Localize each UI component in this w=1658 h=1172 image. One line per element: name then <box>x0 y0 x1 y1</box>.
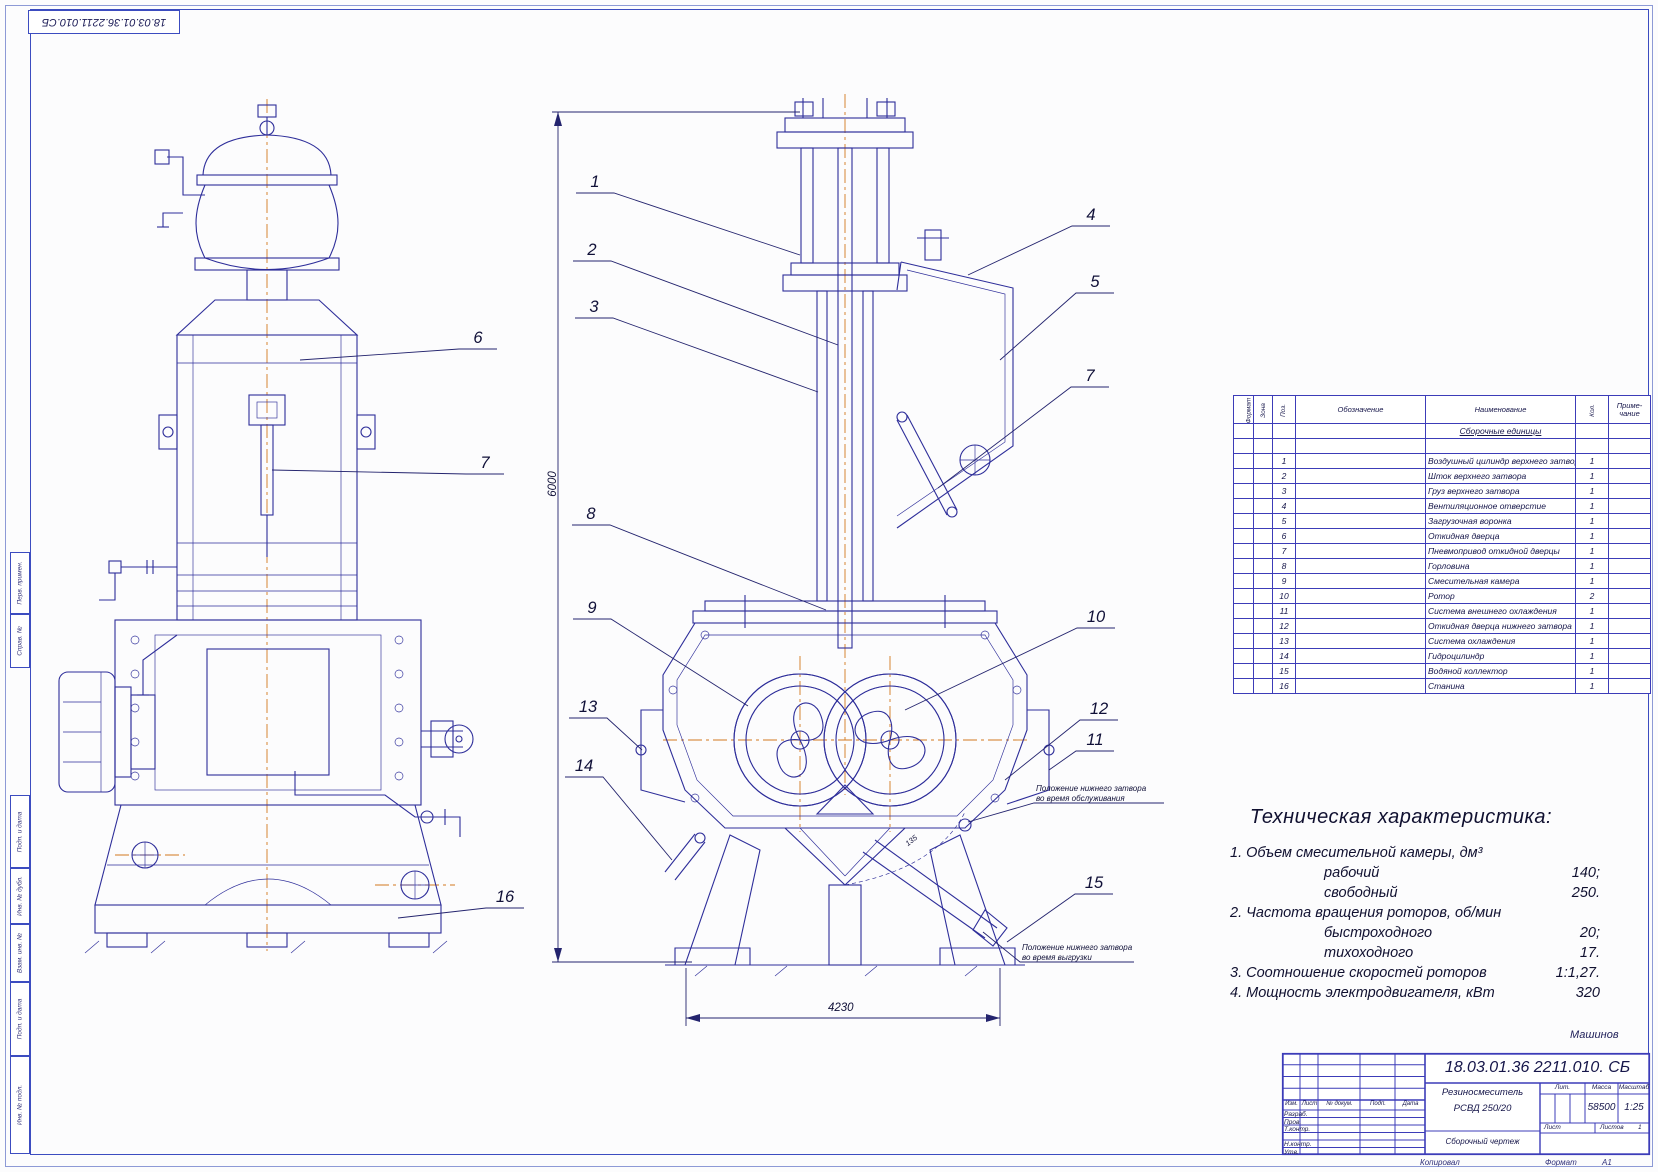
col-podp: Подп. <box>1361 1101 1395 1107</box>
section-title: Сборочные единицы <box>1426 424 1576 439</box>
header-zone: Зона <box>1260 403 1267 418</box>
tech-line: тихоходного17. <box>1196 945 1606 965</box>
part-row: 14Гидроцилиндр1 <box>1234 649 1651 664</box>
col-data: Дата <box>1396 1101 1425 1107</box>
product-name: Резиносмеситель <box>1425 1087 1540 1098</box>
massa-label: Масса <box>1585 1084 1618 1091</box>
col-docnum: № докум. <box>1319 1101 1360 1107</box>
top-left-doc-stamp: 18.03.01.36.2211.010.СБ <box>28 10 180 34</box>
part-row: 1Воздушный цилиндр верхнего затвора1 <box>1234 454 1651 469</box>
callout-3: 3 <box>589 298 598 317</box>
callout-2: 2 <box>587 241 596 260</box>
part-row: 10Ротор2 <box>1234 589 1651 604</box>
row-razrab: Разраб. <box>1284 1111 1308 1118</box>
part-row: 12Откидная дверца нижнего затвора1 <box>1234 619 1651 634</box>
callout-16: 16 <box>496 888 514 907</box>
callout-4: 4 <box>1086 206 1095 225</box>
masshtab-label: Масштаб <box>1618 1084 1650 1091</box>
col-izm: Изм. <box>1283 1101 1300 1107</box>
tech-line: быстроходного20; <box>1196 925 1606 945</box>
dimension-width: 4230 <box>828 1002 854 1014</box>
callout-15: 15 <box>1085 874 1103 893</box>
side-column-box: Инв. № подл. <box>10 1056 30 1154</box>
col-list: Лист <box>1301 1101 1318 1107</box>
footer-copied: Копировал <box>1420 1158 1460 1167</box>
listov-label: Листов <box>1600 1124 1624 1131</box>
callout-1: 1 <box>590 173 599 192</box>
lit-label: Лит. <box>1540 1084 1585 1091</box>
tech-line: 1. Объем смесительной камеры, дм³ <box>1196 845 1606 865</box>
tech-line: свободный250. <box>1196 885 1606 905</box>
callout-7: 7 <box>480 454 489 473</box>
drawing-sheet: 18.03.01.36.2211.010.СБ <box>0 0 1658 1172</box>
callout-7: 7 <box>1085 367 1094 386</box>
signature-name: Машинов <box>1570 1029 1619 1041</box>
footer-format-value: А1 <box>1602 1158 1612 1167</box>
side-column-box: Подп. и дата <box>10 795 30 868</box>
massa-value: 58500 <box>1585 1102 1618 1113</box>
side-column-box: Инв. № дубл. <box>10 868 30 924</box>
row-tkontr: Т.контр. <box>1284 1126 1310 1133</box>
part-row: 16Станина1 <box>1234 679 1651 694</box>
masshtab-value: 1:25 <box>1618 1102 1650 1113</box>
callout-13: 13 <box>579 698 597 717</box>
part-row: 8Горловина1 <box>1234 559 1651 574</box>
part-row: 4Вентиляционное отверстие1 <box>1234 499 1651 514</box>
header-pos: Поз. <box>1281 404 1288 417</box>
tech-title: Техническая характеристика: <box>1196 806 1606 829</box>
empty-row <box>1234 439 1651 454</box>
product-model: РСВД 250/20 <box>1425 1103 1540 1114</box>
callout-11: 11 <box>1086 731 1103 750</box>
annotation: Положение нижнего затвора во время обслу… <box>1036 784 1146 803</box>
part-row: 11Система внешнего охлаждения1 <box>1234 604 1651 619</box>
tech-line: 3. Соотношение скоростей роторов1:1,27. <box>1196 965 1606 985</box>
side-column-box: Перв. примен. <box>10 552 30 614</box>
part-row: 2Шток верхнего затвора1 <box>1234 469 1651 484</box>
listov-value: 1 <box>1638 1124 1642 1131</box>
header-name: Наименование <box>1426 396 1576 424</box>
technical-characteristics: Техническая характеристика: 1. Объем сме… <box>1196 806 1606 1005</box>
header-note: Приме- чание <box>1609 396 1651 424</box>
part-row: 15Водяной коллектор1 <box>1234 664 1651 679</box>
callout-10: 10 <box>1087 608 1105 627</box>
section-view <box>545 90 1145 1030</box>
title-block: 18.03.01.36 2211.010. СБ Изм. Лист № док… <box>1282 1053 1650 1155</box>
callout-5: 5 <box>1090 273 1099 292</box>
row-utv: Утв. <box>1284 1149 1299 1156</box>
part-row: 7Пневмопривод откидной дверцы1 <box>1234 544 1651 559</box>
parts-table-body: Сборочные единицы 1Воздушный цилиндр вер… <box>1234 424 1651 694</box>
parts-table-header: Формат Зона Поз. Обозначение Наименовани… <box>1234 396 1651 424</box>
callout-14: 14 <box>575 757 593 776</box>
section-row: Сборочные единицы <box>1234 424 1651 439</box>
front-view <box>55 95 535 975</box>
header-format: Формат <box>1245 398 1252 424</box>
side-column-box: Подп. и дата <box>10 982 30 1056</box>
doc-number: 18.03.01.36 2211.010. СБ <box>1425 1053 1650 1083</box>
header-designation: Обозначение <box>1296 396 1426 424</box>
tech-lines: 1. Объем смесительной камеры, дм³рабочий… <box>1196 845 1606 1005</box>
parts-table: Формат Зона Поз. Обозначение Наименовани… <box>1233 395 1651 694</box>
footer-format-label: Формат <box>1545 1158 1577 1167</box>
tech-line: рабочий140; <box>1196 865 1606 885</box>
row-nkontr: Н.контр. <box>1284 1141 1312 1148</box>
part-row: 13Система охлаждения1 <box>1234 634 1651 649</box>
side-column-box: Взам. инв. № <box>10 924 30 982</box>
header-qty: Кол. <box>1589 404 1596 417</box>
part-row: 5Загрузочная воронка1 <box>1234 514 1651 529</box>
part-row: 9Смесительная камера1 <box>1234 574 1651 589</box>
doc-type: Сборочный чертеж <box>1425 1137 1540 1146</box>
callout-8: 8 <box>586 505 595 524</box>
tech-line: 4. Мощность электродвигателя, кВт320 <box>1196 985 1606 1005</box>
tech-line: 2. Частота вращения роторов, об/мин <box>1196 905 1606 925</box>
dimension-height: 6000 <box>547 471 559 497</box>
row-prov: Пров. <box>1284 1119 1301 1126</box>
callout-12: 12 <box>1090 700 1108 719</box>
side-column-box: Справ. № <box>10 614 30 668</box>
annotation: Положение нижнего затвора во время выгру… <box>1022 943 1132 962</box>
callout-9: 9 <box>587 599 596 618</box>
part-row: 6Откидная дверца1 <box>1234 529 1651 544</box>
list-label: Лист <box>1544 1124 1561 1131</box>
callout-6: 6 <box>473 329 482 348</box>
part-row: 3Груз верхнего затвора1 <box>1234 484 1651 499</box>
